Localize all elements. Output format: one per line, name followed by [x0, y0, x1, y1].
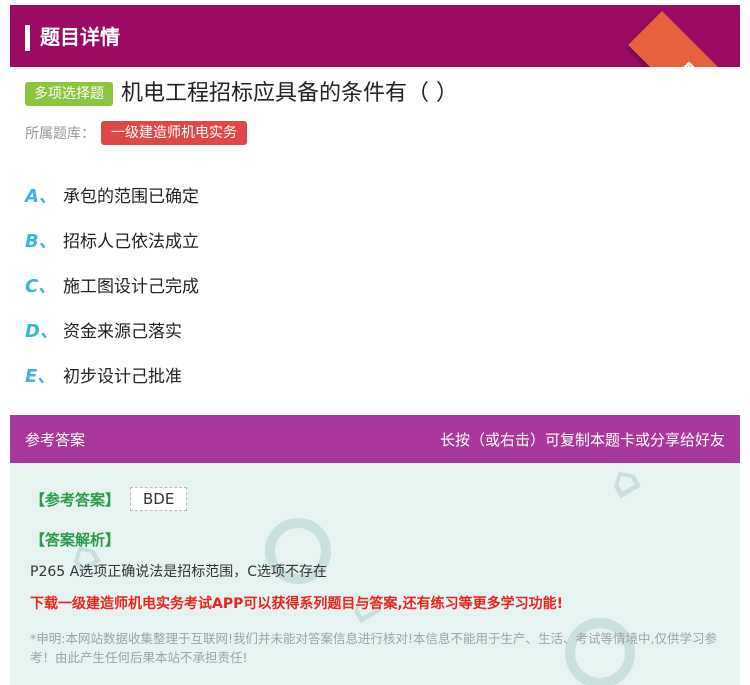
option-b[interactable]: B、 招标人己依法成立 [25, 217, 725, 262]
answer-section-body: ⌂ ⌂ ⌂ 【参考答案】 BDE 【答案解析】 P265 A选项正确说法是招标范… [10, 463, 740, 685]
option-text: 初步设计己批准 [63, 367, 182, 387]
option-text: 资金来源己落实 [63, 322, 182, 342]
option-letter: C、 [25, 275, 57, 297]
option-text: 招标人己依法成立 [63, 232, 199, 252]
option-e[interactable]: E、 初步设计己批准 [25, 352, 725, 397]
question-bank-row: 所属题库： 一级建造师机电实务 [25, 120, 247, 146]
option-c[interactable]: C、 施工图设计己完成 [25, 262, 725, 307]
question-type-badge: 多项选择题 [25, 82, 113, 106]
answer-section-header: 参考答案 长按（或右击）可复制本题卡或分享给好友 [10, 415, 740, 463]
disclaimer-text: *申明:本网站数据收集整理于互联网!我们并未能对答案信息进行核对!本信息不能用于… [30, 631, 717, 665]
option-letter: B、 [25, 230, 57, 252]
question-bank-badge[interactable]: 一级建造师机电实务 [101, 121, 247, 145]
option-d[interactable]: D、 资金来源己落实 [25, 307, 725, 352]
option-text: 施工图设计己完成 [63, 277, 199, 297]
options-list: A、 承包的范围已确定 B、 招标人己依法成立 C、 施工图设计己完成 D、 资… [25, 172, 725, 397]
option-text: 承包的范围已确定 [63, 187, 199, 207]
reference-answer-row: 【参考答案】 BDE [30, 487, 188, 511]
question-text: 机电工程招标应具备的条件有（ ） [121, 81, 458, 106]
download-app-link[interactable]: 下载一级建造师机电实务考试APP可以获得系列题目与答案,还有练习等更多学习功能! [30, 593, 563, 613]
reference-answer-value[interactable]: BDE [130, 487, 188, 511]
question-card-ribbon[interactable]: 题卡 [628, 11, 740, 67]
answer-section-title: 参考答案 [25, 430, 86, 449]
title-accent-bar [25, 25, 30, 51]
header-bar: 题目详情 题卡 [10, 5, 740, 67]
option-a[interactable]: A、 承包的范围已确定 [25, 172, 725, 217]
watermark-glyph: ⌂ [600, 463, 649, 509]
option-letter: E、 [25, 365, 56, 387]
page-title: 题目详情 [40, 25, 120, 49]
question-bank-label: 所属题库： [25, 126, 95, 142]
option-letter: A、 [25, 185, 57, 207]
question-row: 多项选择题 机电工程招标应具备的条件有（ ） [25, 78, 458, 110]
analysis-text: P265 A选项正确说法是招标范围，C选项不存在 [30, 564, 327, 580]
analysis-label: 【答案解析】 [30, 531, 121, 549]
option-letter: D、 [25, 320, 58, 342]
reference-answer-label: 【参考答案】 [30, 490, 121, 509]
ribbon-label: 题卡 [672, 55, 724, 67]
share-hint: 长按（或右击）可复制本题卡或分享给好友 [439, 430, 725, 449]
